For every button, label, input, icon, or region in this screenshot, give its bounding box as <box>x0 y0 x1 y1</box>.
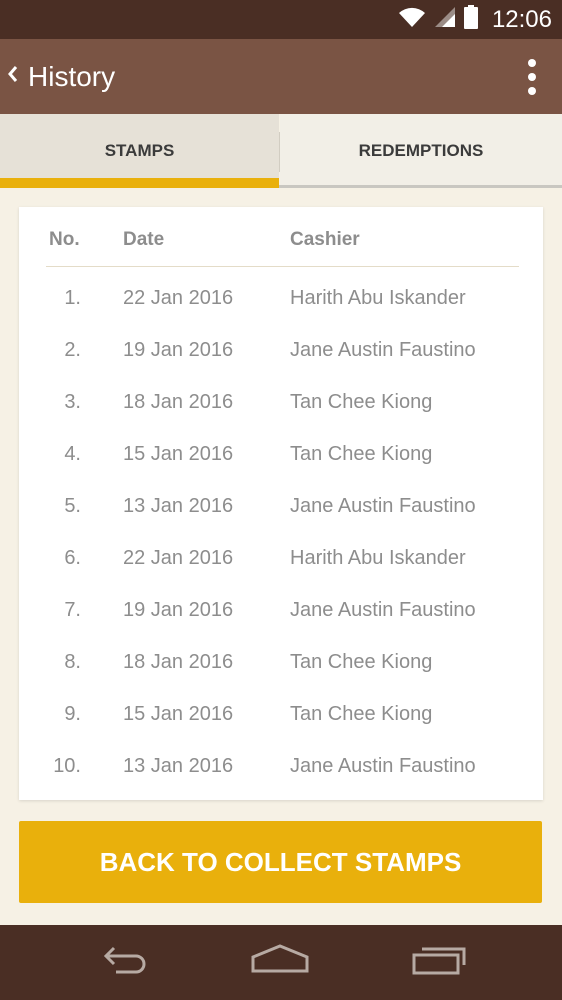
table-row: 5. 13 Jan 2016 Jane Austin Faustino <box>19 480 543 532</box>
row-date: 18 Jan 2016 <box>123 391 234 413</box>
row-date: 15 Jan 2016 <box>123 443 234 465</box>
table-row: 1. 22 Jan 2016 Harith Abu Iskander <box>19 272 543 324</box>
header-date: Date <box>123 229 165 250</box>
row-date: 19 Jan 2016 <box>123 339 234 361</box>
row-no: 1. <box>64 287 81 309</box>
tab-stamps-label: STAMPS <box>104 141 175 160</box>
tab-redemptions[interactable]: REDEMPTIONS <box>280 114 562 188</box>
system-nav-bar <box>0 925 562 1000</box>
tab-active-indicator <box>0 178 279 188</box>
row-cashier: Jane Austin Faustino <box>290 755 476 777</box>
tab-stamps[interactable]: STAMPS <box>0 114 279 188</box>
row-no: 7. <box>64 599 81 621</box>
row-cashier: Harith Abu Iskander <box>290 547 466 569</box>
row-cashier: Tan Chee Kiong <box>290 443 433 465</box>
status-bar: 12:06 <box>0 0 562 39</box>
row-date: 13 Jan 2016 <box>123 495 234 517</box>
overflow-menu-button[interactable] <box>524 59 540 95</box>
signal-icon <box>434 6 456 33</box>
status-clock: 12:06 <box>491 5 552 33</box>
row-cashier: Harith Abu Iskander <box>290 287 466 309</box>
page-title: History <box>28 60 116 92</box>
header-cashier: Cashier <box>290 229 360 250</box>
wifi-icon <box>398 6 426 33</box>
tab-redemptions-label: REDEMPTIONS <box>358 141 484 160</box>
row-date: 22 Jan 2016 <box>123 547 234 569</box>
header-divider <box>46 266 519 267</box>
app-bar: History <box>0 39 562 114</box>
row-no: 9. <box>64 703 81 725</box>
table-header: No. Date Cashier <box>19 207 543 267</box>
recents-icon <box>411 943 467 982</box>
row-date: 19 Jan 2016 <box>123 599 234 621</box>
row-no: 10. <box>53 755 81 777</box>
table-row: 10. 13 Jan 2016 Jane Austin Faustino <box>19 740 543 792</box>
back-button[interactable]: History <box>6 39 115 114</box>
header-no: No. <box>49 229 80 250</box>
row-no: 5. <box>64 495 81 517</box>
table-row: 8. 18 Jan 2016 Tan Chee Kiong <box>19 636 543 688</box>
nav-recents-button[interactable] <box>404 939 474 985</box>
history-table-card: No. Date Cashier 1. 22 Jan 2016 Harith A… <box>19 207 543 800</box>
nav-home-button[interactable] <box>245 939 315 985</box>
table-row: 9. 15 Jan 2016 Tan Chee Kiong <box>19 688 543 740</box>
nav-back-button[interactable] <box>89 939 159 985</box>
row-no: 6. <box>64 547 81 569</box>
row-date: 15 Jan 2016 <box>123 703 234 725</box>
row-cashier: Jane Austin Faustino <box>290 339 476 361</box>
row-date: 22 Jan 2016 <box>123 287 234 309</box>
tab-bar: STAMPS REDEMPTIONS <box>0 114 562 188</box>
chevron-left-icon <box>6 64 18 89</box>
row-no: 4. <box>64 443 81 465</box>
row-cashier: Tan Chee Kiong <box>290 391 433 413</box>
home-icon <box>250 943 310 982</box>
table-row: 3. 18 Jan 2016 Tan Chee Kiong <box>19 376 543 428</box>
row-cashier: Tan Chee Kiong <box>290 703 433 725</box>
table-row: 6. 22 Jan 2016 Harith Abu Iskander <box>19 532 543 584</box>
table-row: 4. 15 Jan 2016 Tan Chee Kiong <box>19 428 543 480</box>
row-date: 18 Jan 2016 <box>123 651 234 673</box>
row-no: 3. <box>64 391 81 413</box>
row-no: 8. <box>64 651 81 673</box>
row-date: 13 Jan 2016 <box>123 755 234 777</box>
row-cashier: Jane Austin Faustino <box>290 599 476 621</box>
battery-icon <box>463 5 478 34</box>
row-cashier: Jane Austin Faustino <box>290 495 476 517</box>
more-vert-icon <box>524 59 540 95</box>
table-row: 7. 19 Jan 2016 Jane Austin Faustino <box>19 584 543 636</box>
table-row: 2. 19 Jan 2016 Jane Austin Faustino <box>19 324 543 376</box>
back-icon <box>96 944 152 981</box>
back-to-collect-stamps-button[interactable]: BACK TO COLLECT STAMPS <box>19 821 542 903</box>
row-cashier: Tan Chee Kiong <box>290 651 433 673</box>
row-no: 2. <box>64 339 81 361</box>
status-icons: 12:06 <box>398 0 552 39</box>
